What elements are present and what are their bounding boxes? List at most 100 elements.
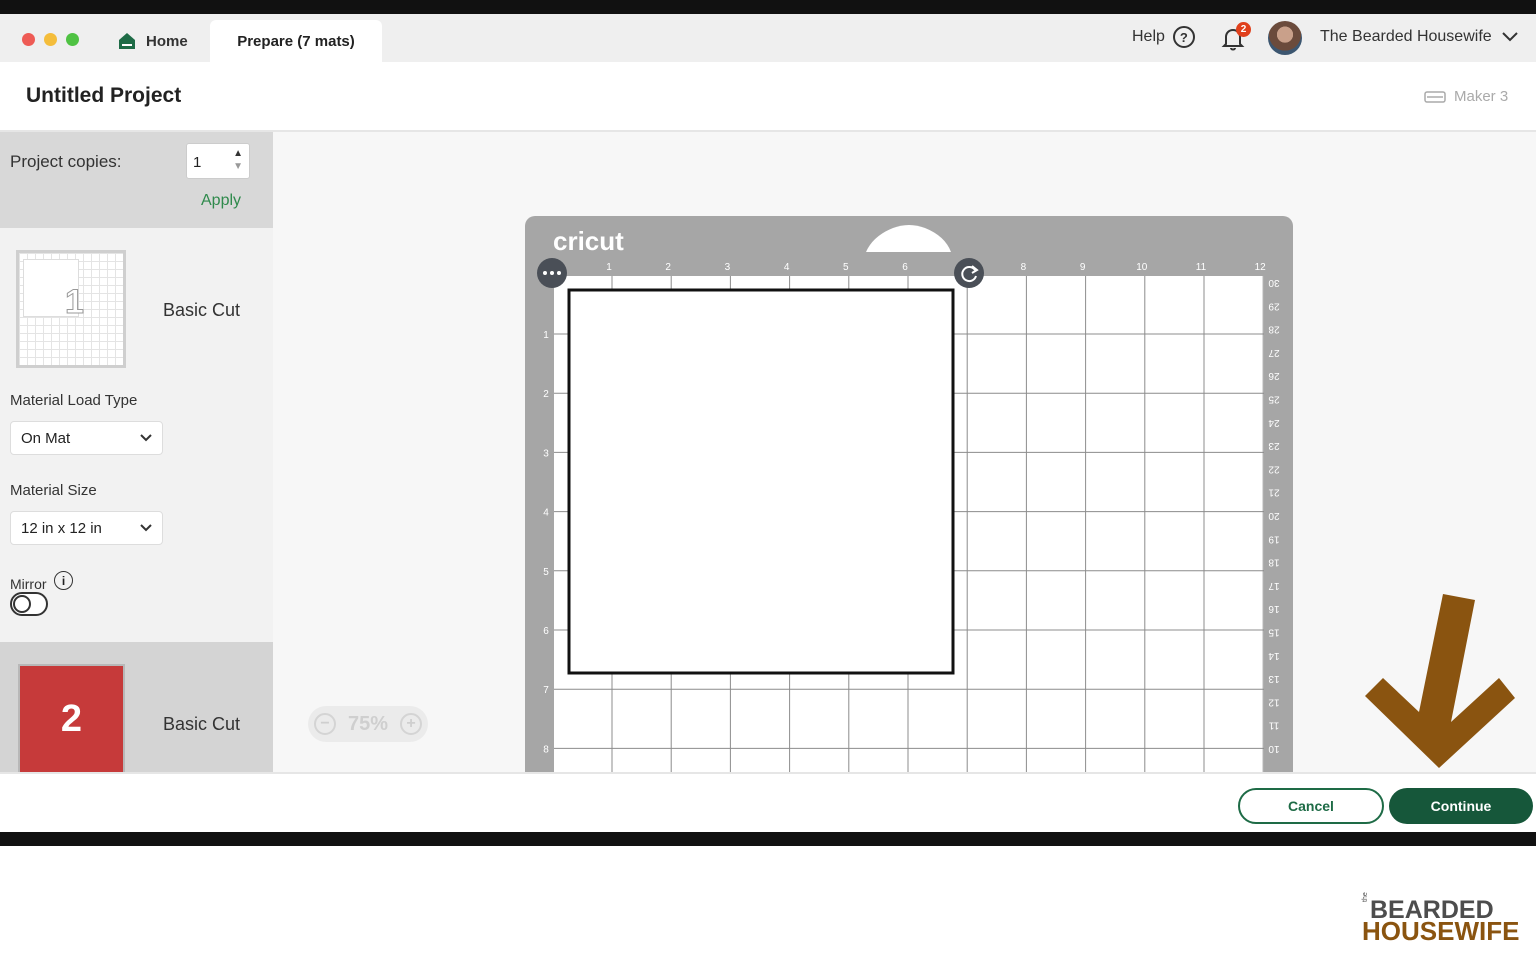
avatar[interactable] [1268,21,1302,55]
help-icon: ? [1172,26,1195,48]
right-ruler-label: 14 [1268,650,1280,661]
right-ruler-label: 22 [1268,463,1280,474]
mat-sidebar: Project copies: 1 ▲ ▼ Apply 1 Basic Cut … [0,132,273,772]
material-size-value: 12 in x 12 in [21,519,102,537]
project-copies-input[interactable]: 1 ▲ ▼ [186,143,250,179]
top-ruler-label: 5 [843,262,849,273]
mat-item-2[interactable]: 2 Basic Cut [0,642,273,772]
close-window-button[interactable] [22,33,35,46]
rotate-icon[interactable] [954,258,984,288]
notification-badge: 2 [1236,22,1251,37]
video-letterbox-bottom [0,832,1536,846]
zoom-control: − 75% + [308,706,428,742]
material-size-select[interactable]: 12 in x 12 in [10,511,163,545]
top-ruler-label: 2 [665,262,671,273]
right-ruler-label: 27 [1268,347,1280,358]
copies-stepper[interactable]: ▲ ▼ [233,147,243,173]
right-ruler-label: 26 [1268,370,1280,381]
top-ruler-label: 10 [1136,262,1148,273]
chevron-down-icon [140,524,152,532]
left-ruler-label: 3 [543,448,549,459]
chevron-down-icon [1501,32,1518,42]
mirror-toggle-knob [13,595,31,613]
left-ruler-label: 6 [543,626,549,637]
zoom-level: 75% [347,712,388,735]
left-ruler-label: 4 [543,508,549,519]
material-load-type-label: Material Load Type [10,392,138,409]
info-icon[interactable]: i [54,571,73,590]
account-menu[interactable]: The Bearded Housewife [1320,28,1518,46]
left-ruler-label: 2 [543,389,549,400]
top-ruler-label: 4 [784,262,790,273]
top-ruler-label: 9 [1080,262,1086,273]
tab-home[interactable]: Home [110,20,196,62]
right-ruler-label: 18 [1268,557,1280,568]
video-letterbox-top [0,0,1536,14]
continue-button[interactable]: Continue [1389,788,1533,824]
mat-item-1[interactable]: 1 Basic Cut Material Load Type On Mat Ma… [0,228,273,642]
mirror-label: Mirror [10,576,47,592]
chevron-down-icon [140,434,152,442]
page-title: Untitled Project [26,84,182,107]
tab-bar: Home Prepare (7 mats) Help ? 2 The Beard… [0,14,1536,62]
design-square[interactable] [567,288,955,675]
mirror-toggle[interactable] [10,592,48,616]
stepper-up-icon[interactable]: ▲ [233,147,243,160]
right-ruler-label: 21 [1268,487,1280,498]
project-copies-panel: Project copies: 1 ▲ ▼ Apply [0,132,273,228]
left-ruler-label: 5 [543,567,549,578]
left-ruler-label: 1 [543,330,549,341]
right-ruler-label: 23 [1268,440,1280,451]
material-size-label: Material Size [10,482,97,499]
apply-button[interactable]: Apply [201,192,241,210]
more-options-icon[interactable] [537,258,567,288]
right-ruler-label: 17 [1268,580,1280,591]
top-ruler-label: 3 [725,262,731,273]
top-ruler-label: 6 [902,262,908,273]
zoom-out-icon[interactable]: − [313,713,336,735]
mat-brand: cricut [553,226,624,256]
machine-selector[interactable]: Maker 3 [1424,88,1508,105]
right-ruler-label: 12 [1268,696,1280,707]
top-ruler-label: 8 [1021,262,1027,273]
mat-1-label: Basic Cut [163,300,241,320]
top-ruler-label: 12 [1255,262,1267,273]
machine-name: Maker 3 [1454,88,1509,105]
maximize-window-button[interactable] [66,33,79,46]
top-ruler-label: 11 [1196,262,1207,273]
home-icon [119,33,135,49]
annotation-arrow-icon [1365,594,1515,768]
tab-prepare-label: Prepare (7 mats) [237,32,355,50]
machine-icon [1424,90,1446,103]
minimize-window-button[interactable] [44,33,57,46]
user-name: The Bearded Housewife [1320,28,1492,45]
help-button[interactable]: Help ? [1132,26,1195,48]
top-ruler-label: 1 [606,262,612,273]
bearded-housewife-logo: the BEARDED HOUSEWIFE [1362,892,1527,966]
footer-bar: Cancel Continue [0,772,1536,832]
tab-prepare[interactable]: Prepare (7 mats) [210,20,382,62]
app-window: Home Prepare (7 mats) Help ? 2 The Beard… [0,14,1536,832]
right-ruler-label: 25 [1268,394,1280,405]
logo-the: the [1362,892,1369,902]
right-ruler-label: 24 [1268,417,1280,428]
right-ruler-label: 30 [1268,277,1280,288]
right-ruler-label: 19 [1268,533,1280,544]
cancel-button[interactable]: Cancel [1238,788,1384,824]
mat-2-thumbnail[interactable]: 2 [18,664,125,772]
zoom-in-icon[interactable]: + [399,713,422,735]
help-label: Help [1132,28,1165,45]
left-ruler-label: 8 [543,744,549,755]
project-copies-label: Project copies: [10,152,122,171]
material-load-type-select[interactable]: On Mat [10,421,163,455]
mat-1-thumbnail[interactable]: 1 [16,250,126,368]
right-ruler-label: 28 [1268,324,1280,335]
right-ruler-label: 16 [1268,603,1280,614]
right-ruler-label: 11 [1268,720,1279,731]
right-ruler-label: 20 [1268,510,1280,521]
project-copies-value: 1 [193,154,202,171]
mat-2-label: Basic Cut [163,714,241,734]
material-load-type-value: On Mat [21,429,71,447]
right-ruler-label: 13 [1268,673,1280,684]
stepper-down-icon[interactable]: ▼ [233,160,243,173]
